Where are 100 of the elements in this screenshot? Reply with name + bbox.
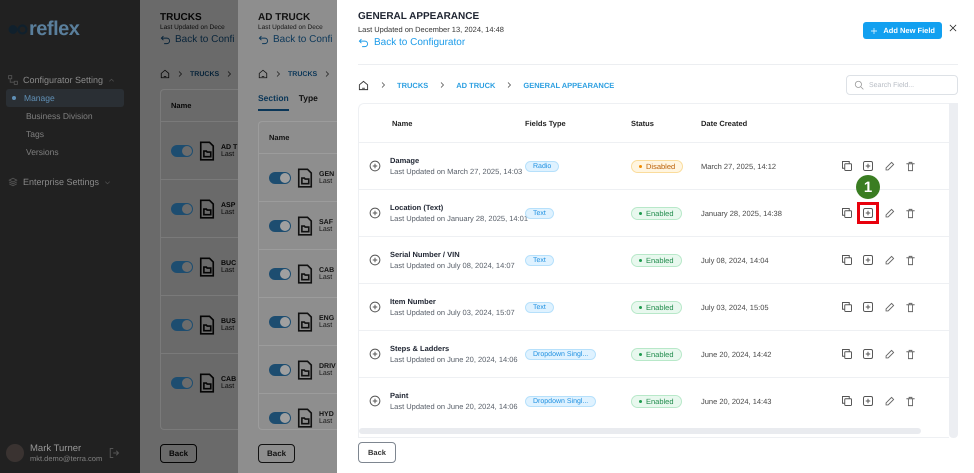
delete-button[interactable]: [904, 348, 916, 360]
back-button[interactable]: Back: [160, 444, 198, 463]
toggle-switch[interactable]: [269, 316, 291, 328]
chevron-icon: [108, 76, 116, 84]
trash-icon: [904, 160, 916, 172]
user-name: Mark Turner: [30, 443, 82, 454]
copy-button[interactable]: [841, 301, 853, 313]
copy-button[interactable]: [841, 160, 853, 172]
page-title: GENERAL APPEARANCE: [358, 11, 480, 22]
layers-icon: [8, 177, 18, 187]
add-button[interactable]: [862, 301, 874, 313]
panel-title: TRUCKS: [160, 12, 203, 23]
edit-button[interactable]: [883, 160, 895, 172]
folder-file-icon: [197, 256, 217, 276]
toggle-switch[interactable]: [171, 318, 193, 330]
expand-plus-icon: [369, 207, 381, 219]
logout-icon: [108, 447, 120, 459]
panel-title: AD TRUCK: [258, 12, 312, 23]
square-plus-icon: [862, 301, 874, 313]
toggle-switch[interactable]: [171, 260, 193, 272]
add-button[interactable]: [862, 254, 874, 266]
copy-icon: [841, 348, 853, 360]
copy-button[interactable]: [841, 207, 853, 219]
diagram-icon: [8, 75, 18, 85]
expand-plus-icon: [369, 395, 381, 407]
copy-icon: [841, 254, 853, 266]
nav-item[interactable]: Manage: [6, 89, 124, 107]
chevron-right-icon: [176, 70, 184, 78]
home-icon: [160, 69, 170, 79]
pencil-icon: [884, 254, 894, 266]
delete-button[interactable]: [904, 301, 916, 313]
edit-button[interactable]: [883, 254, 895, 266]
tab[interactable]: Section: [258, 93, 289, 111]
chevron-icon: [104, 178, 112, 186]
folder-file-icon: [197, 314, 217, 334]
nav-item[interactable]: Tags: [6, 125, 124, 143]
toggle-switch[interactable]: [269, 412, 291, 424]
chevron-right-icon: [323, 70, 332, 78]
logo-text: reflex: [29, 18, 80, 41]
toggle-switch[interactable]: [171, 144, 193, 156]
folder-file-icon: [295, 168, 315, 188]
back-button[interactable]: Back: [258, 444, 296, 463]
toggle-switch[interactable]: [269, 172, 291, 184]
add-button[interactable]: [862, 160, 874, 172]
pencil-icon: [884, 348, 894, 360]
folder-file-icon: [197, 372, 217, 392]
avatar: [6, 444, 24, 462]
delete-button[interactable]: [904, 395, 916, 407]
nav-group[interactable]: Enterprise Settings: [8, 177, 140, 187]
square-plus-icon: [862, 348, 874, 360]
chevron-right-icon: [225, 70, 234, 78]
folder-file-icon: [197, 140, 217, 160]
copy-button[interactable]: [841, 395, 853, 407]
toggle-switch[interactable]: [269, 220, 291, 232]
delete-button[interactable]: [904, 254, 916, 266]
square-plus-icon: [862, 207, 874, 219]
home-icon: [258, 69, 268, 79]
copy-button[interactable]: [841, 254, 853, 266]
back-link[interactable]: Back to Confi: [160, 34, 238, 45]
trash-icon: [904, 254, 916, 266]
back-arrow-icon: [258, 34, 269, 45]
nav-item[interactable]: Versions: [6, 143, 124, 161]
copy-button[interactable]: [841, 348, 853, 360]
trash-icon: [904, 208, 916, 218]
folder-file-icon: [295, 312, 315, 332]
edit-button[interactable]: [883, 207, 895, 219]
copy-icon: [841, 207, 853, 219]
copy-icon: [841, 301, 853, 313]
toggle-switch[interactable]: [269, 364, 291, 376]
close-button[interactable]: [948, 23, 958, 33]
toggle-switch[interactable]: [171, 202, 193, 214]
edit-button[interactable]: [883, 395, 895, 407]
chevron-right-icon: [379, 81, 387, 89]
nav-item[interactable]: Business Division: [6, 107, 124, 125]
back-link[interactable]: Back to Confi: [258, 34, 337, 45]
delete-button[interactable]: [904, 160, 916, 172]
square-plus-icon: [862, 254, 874, 266]
home-icon: [358, 80, 369, 90]
trash-icon: [904, 348, 916, 360]
toggle-switch[interactable]: [171, 376, 193, 388]
plus-icon: [870, 26, 878, 34]
toggle-switch[interactable]: [269, 268, 291, 280]
search-icon: [854, 80, 864, 90]
nav-group[interactable]: Configurator Setting: [8, 75, 140, 85]
add-button[interactable]: [862, 348, 874, 360]
add-button[interactable]: [862, 395, 874, 407]
tab[interactable]: Type: [298, 93, 318, 111]
pencil-icon: [884, 302, 894, 312]
edit-button[interactable]: [883, 301, 895, 313]
back-to-configurator-link[interactable]: Back to Configurator: [358, 37, 466, 48]
pencil-icon: [884, 208, 894, 218]
close-icon: [948, 23, 958, 33]
expand-plus-icon: [369, 160, 381, 172]
folder-file-icon: [295, 216, 315, 236]
callout-number: 1: [856, 175, 880, 199]
back-arrow-icon: [160, 34, 171, 45]
edit-button[interactable]: [883, 348, 895, 360]
expand-plus-icon: [369, 348, 381, 360]
delete-button[interactable]: [904, 207, 916, 219]
copy-icon: [841, 160, 853, 172]
